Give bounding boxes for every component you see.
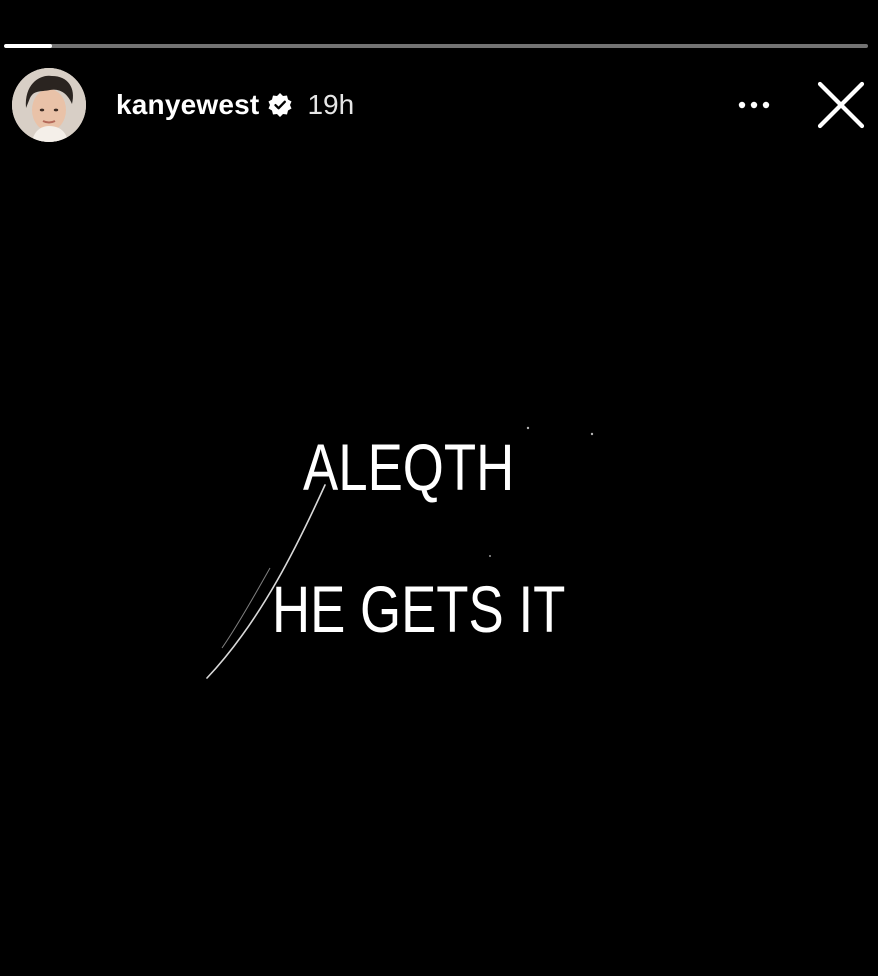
more-options-icon[interactable] <box>734 90 774 120</box>
verified-badge-icon <box>267 92 293 118</box>
close-icon[interactable] <box>814 78 868 132</box>
story-text-line-2: HE GETS IT <box>272 572 566 646</box>
story-progress-bar <box>4 44 868 48</box>
story-timestamp: 19h <box>307 89 355 120</box>
story-username[interactable]: kanyewest <box>116 89 259 121</box>
story-progress-fill <box>4 44 52 48</box>
story-header: kanyewest 19h <box>12 66 868 144</box>
story-content[interactable]: ALEQTH HE GETS IT <box>0 150 878 976</box>
avatar[interactable] <box>12 68 86 142</box>
decorative-slash-stroke <box>206 426 594 679</box>
story-text-line-1: ALEQTH <box>303 430 515 504</box>
